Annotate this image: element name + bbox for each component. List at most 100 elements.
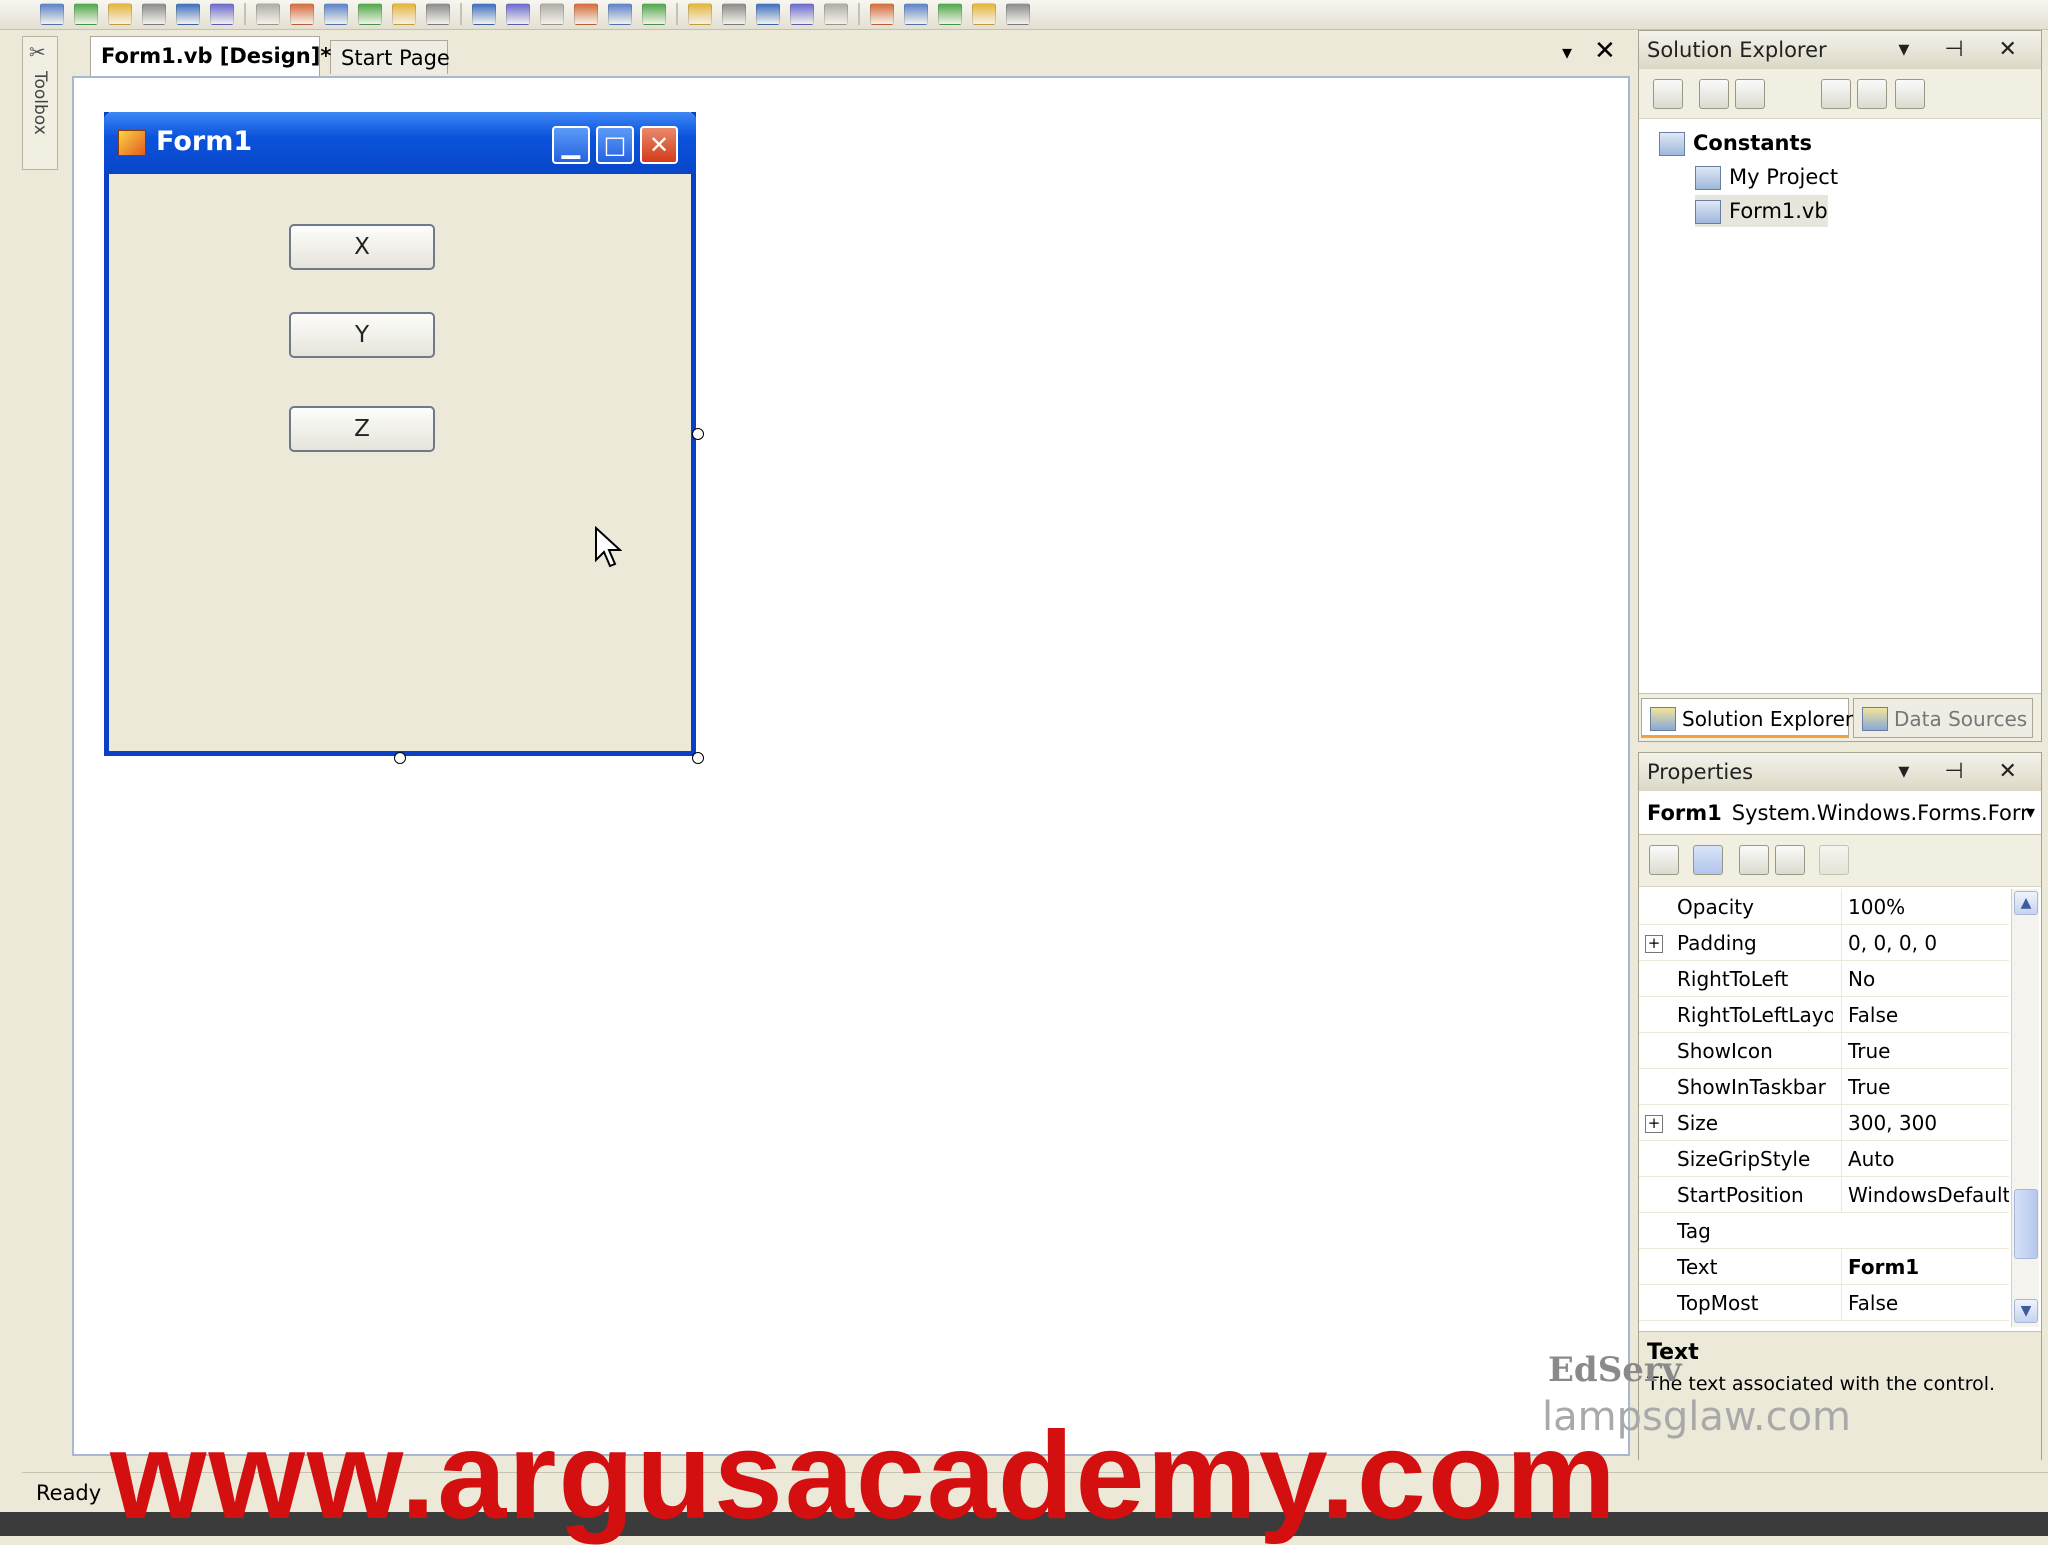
form1-titlebar[interactable]: Form1 ▁ □ ✕	[104, 112, 696, 174]
close-icon[interactable]: ✕	[640, 126, 678, 164]
property-row[interactable]: ShowInTaskbar True	[1639, 1069, 2009, 1105]
doc-tab-dropdown-icon[interactable]: ▾	[1562, 40, 1572, 64]
tab-form1-design[interactable]: Form1.vb [Design]*	[90, 36, 331, 76]
toolbar-button-icon[interactable]	[688, 3, 712, 25]
property-row[interactable]: SizeGripStyle Auto	[1639, 1141, 2009, 1177]
toolbar-button-icon[interactable]	[358, 3, 382, 25]
property-row-selected[interactable]: Text Form1	[1639, 1249, 2009, 1285]
toolbar-button-icon[interactable]	[426, 3, 450, 25]
button-y[interactable]: Y	[289, 312, 435, 358]
button-x[interactable]: X	[289, 224, 435, 270]
property-row[interactable]: + Size 300, 300	[1639, 1105, 2009, 1141]
properties-header: Properties ▾ ⊣ ✕	[1639, 753, 2041, 791]
show-all-files-icon[interactable]	[1699, 79, 1729, 109]
refresh-icon[interactable]	[1735, 79, 1765, 109]
view-code-icon[interactable]	[1821, 79, 1851, 109]
toolbar-button-icon[interactable]	[756, 3, 780, 25]
events-icon[interactable]	[1775, 845, 1805, 875]
toolbar-button-icon[interactable]	[324, 3, 348, 25]
form1-window[interactable]: Form1 ▁ □ ✕ X Y Z	[104, 112, 696, 756]
toolbox-icon: ✂	[29, 40, 46, 64]
button-z[interactable]: Z	[289, 406, 435, 452]
toolbar-button-icon[interactable]	[608, 3, 632, 25]
tab-data-sources[interactable]: Data Sources	[1853, 698, 2033, 738]
toolbar-separator	[460, 3, 462, 25]
toolbar-button-icon[interactable]	[574, 3, 598, 25]
toolbar-button-icon[interactable]	[938, 3, 962, 25]
toolbar-button-icon[interactable]	[870, 3, 894, 25]
toolbox-tab[interactable]: ✂ Toolbox	[22, 36, 58, 170]
toolbar-button-icon[interactable]	[290, 3, 314, 25]
toolbar-separator	[858, 3, 860, 25]
scroll-thumb[interactable]	[2014, 1189, 2038, 1259]
maximize-icon[interactable]: □	[596, 126, 634, 164]
alphabetical-icon[interactable]	[1693, 845, 1723, 875]
toolbar-separator	[676, 3, 678, 25]
property-row[interactable]: + Padding 0, 0, 0, 0	[1639, 925, 2009, 961]
toolbar-button-icon[interactable]	[824, 3, 848, 25]
toolbar-button-icon[interactable]	[472, 3, 496, 25]
toolbar-button-icon[interactable]	[904, 3, 928, 25]
toolbar-button-icon[interactable]	[392, 3, 416, 25]
form-file-icon	[1695, 200, 1721, 224]
solution-explorer-tabs: Solution Explorer Data Sources	[1639, 693, 2041, 741]
properties-view-icon[interactable]	[1739, 845, 1769, 875]
toolbar-button-icon[interactable]	[210, 3, 234, 25]
toolbar-separator	[244, 3, 246, 25]
property-row[interactable]: Opacity 100%	[1639, 889, 2009, 925]
toolbar-button-icon[interactable]	[108, 3, 132, 25]
my-project-icon	[1695, 166, 1721, 190]
object-selector[interactable]: Form1 System.Windows.Forms.Forr ▾	[1639, 791, 2041, 835]
scroll-down-icon[interactable]: ▼	[2014, 1299, 2038, 1323]
toolbar-button-icon[interactable]	[790, 3, 814, 25]
form1-title: Form1	[156, 126, 253, 157]
property-row[interactable]: RightToLeftLayo False	[1639, 997, 2009, 1033]
tab-start-page[interactable]: Start Page	[330, 40, 450, 74]
view-designer-icon[interactable]	[1857, 79, 1887, 109]
class-diagram-icon[interactable]	[1895, 79, 1925, 109]
chevron-down-icon[interactable]: ▾	[2026, 791, 2035, 834]
tree-item-form1-vb[interactable]: Form1.vb	[1695, 195, 1828, 227]
toolbar-button-icon[interactable]	[506, 3, 530, 25]
toolbar-button-icon[interactable]	[40, 3, 64, 25]
pane-buttons[interactable]: ▾ ⊣ ✕	[1898, 31, 2031, 69]
property-row[interactable]: RightToLeft No	[1639, 961, 2009, 997]
minimize-icon[interactable]: ▁	[552, 126, 590, 164]
toolbar-button-icon[interactable]	[722, 3, 746, 25]
site-watermark: www.argusacademy.com	[110, 1407, 1618, 1545]
tab-solution-explorer[interactable]: Solution Explorer	[1641, 698, 1853, 738]
toolbox-label: Toolbox	[30, 71, 50, 135]
scroll-up-icon[interactable]: ▲	[2014, 891, 2038, 915]
doc-close-icon[interactable]: ✕	[1594, 36, 1616, 66]
resize-handle-corner[interactable]	[692, 752, 704, 764]
toolbar-button-icon[interactable]	[540, 3, 564, 25]
property-row[interactable]: Tag	[1639, 1213, 2009, 1249]
property-grid-scrollbar[interactable]: ▲ ▼	[2011, 889, 2039, 1327]
resize-handle-right[interactable]	[692, 428, 704, 440]
tree-item-constants[interactable]: Constants	[1659, 127, 1812, 159]
toolbar-button-icon[interactable]	[642, 3, 666, 25]
properties-toolbar	[1639, 835, 2041, 887]
toolbar-button-icon[interactable]	[256, 3, 280, 25]
toolbar-button-icon[interactable]	[972, 3, 996, 25]
property-row[interactable]: StartPosition WindowsDefaultL	[1639, 1177, 2009, 1213]
property-grid: Opacity 100% + Padding 0, 0, 0, 0 RightT…	[1639, 889, 2009, 1327]
properties-icon[interactable]	[1653, 79, 1683, 109]
toolbar-button-icon[interactable]	[176, 3, 200, 25]
property-pages-icon[interactable]	[1819, 845, 1849, 875]
status-text: Ready	[36, 1481, 102, 1505]
toolbar-button-icon[interactable]	[142, 3, 166, 25]
description-text: The text associated with the control.	[1647, 1373, 1996, 1395]
toolbar-button-icon[interactable]	[1006, 3, 1030, 25]
property-row[interactable]: ShowIcon True	[1639, 1033, 2009, 1069]
project-icon	[1659, 132, 1685, 156]
tree-item-my-project[interactable]: My Project	[1695, 161, 1838, 193]
expand-icon[interactable]: +	[1645, 1115, 1663, 1133]
categorized-icon[interactable]	[1649, 845, 1679, 875]
expand-icon[interactable]: +	[1645, 935, 1663, 953]
description-title: Text	[1647, 1340, 1699, 1365]
toolbar-button-icon[interactable]	[74, 3, 98, 25]
property-row[interactable]: TopMost False	[1639, 1285, 2009, 1321]
resize-handle-bottom[interactable]	[394, 752, 406, 764]
pane-buttons[interactable]: ▾ ⊣ ✕	[1898, 753, 2031, 791]
